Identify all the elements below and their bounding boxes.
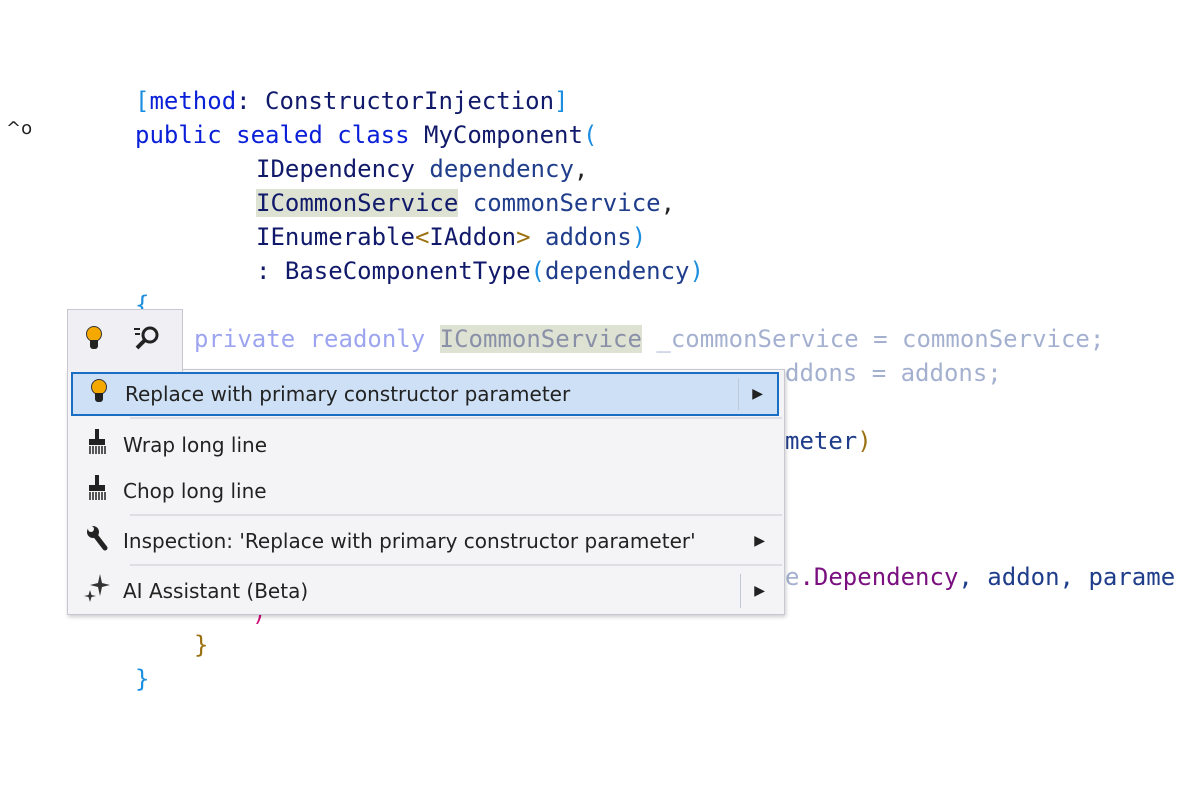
separator [130,564,782,566]
menu-item-chop-long-line[interactable]: Chop long line [71,470,779,512]
separator [130,417,782,419]
action-tabs [67,309,183,372]
code-line-6: : BaseComponentType(dependency) [256,257,704,285]
code-line-13: e.Dependency, addon, parame [785,563,1176,591]
implementation-up-icon[interactable]: ^o [6,118,32,139]
broom-icon [71,475,123,507]
code-line-9: ddons = addons; [785,359,1002,387]
submenu-divider [738,378,739,410]
code-line-4: ICommonService commonService, [256,189,676,217]
menu-item-inspection[interactable]: Inspection: 'Replace with primary constr… [71,520,779,562]
lightbulb-icon [86,326,102,350]
code-line-2: public sealed class MyComponent( [135,121,598,149]
code-line-1: [method: ConstructorInjection] [135,87,569,115]
menu-item-wrap-long-line[interactable]: Wrap long line [71,424,779,466]
submenu-arrow-icon[interactable]: ▶ [754,583,765,599]
menu-item-replace-primary-ctor[interactable]: Replace with primary constructor paramet… [71,372,779,416]
submenu-arrow-icon[interactable]: ▶ [754,533,765,549]
code-line-16: } [135,665,150,693]
find-usages-tab[interactable] [132,324,162,352]
context-actions-menu: Replace with primary constructor paramet… [67,369,785,615]
lightbulb-icon [73,379,125,409]
submenu-divider [740,574,741,608]
code-line-15: } [194,631,209,659]
code-line-11: meter) [785,427,872,455]
lightbulb-tab[interactable] [86,326,102,354]
broom-icon [71,429,123,461]
code-line-8: private readonly ICommonService _commonS… [194,325,1105,353]
find-usages-icon [134,326,159,350]
sparkle-icon [71,574,123,608]
code-line-5: IEnumerable<IAddon> addons) [256,223,647,251]
separator [130,514,782,516]
submenu-arrow-icon[interactable]: ▶ [752,386,763,402]
code-line-3: IDependency dependency, [256,155,589,183]
menu-item-ai-assistant[interactable]: AI Assistant (Beta) ▶ [71,570,779,612]
wrench-icon [71,525,123,557]
